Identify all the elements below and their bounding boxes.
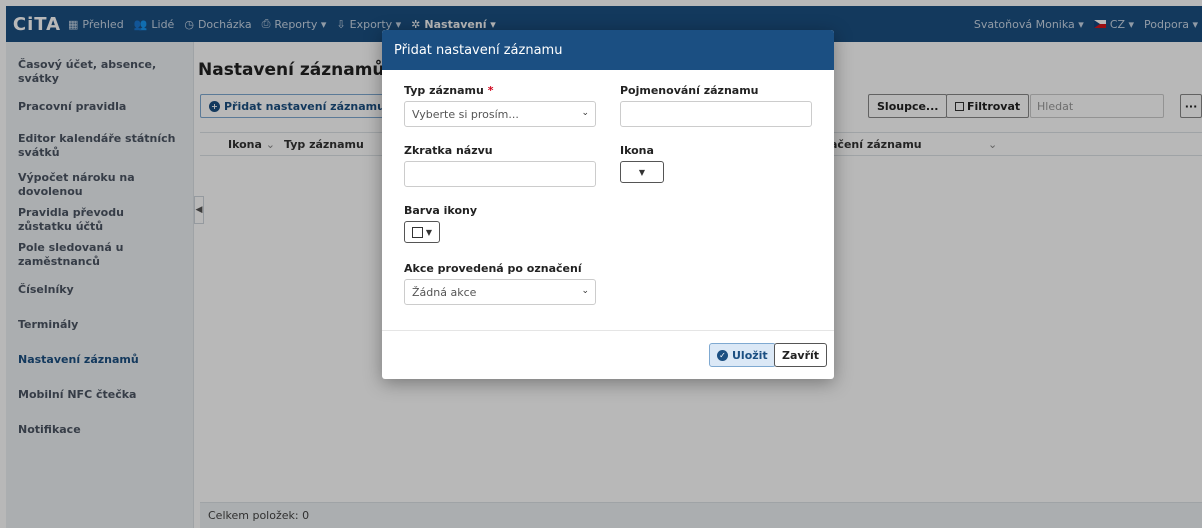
chevron-down-icon: ⌄ [581, 286, 589, 296]
check-circle-icon: ✓ [717, 349, 728, 361]
icon-label: Ikona [620, 144, 654, 157]
dialog-title: Přidat nastavení záznamu [382, 30, 834, 70]
record-type-select[interactable]: Vyberte si prosím... ⌄ [404, 101, 596, 127]
record-name-label: Pojmenování záznamu [620, 84, 759, 97]
icon-picker-button[interactable]: ▼ [620, 161, 664, 183]
dialog-footer: ✓ Uložit Zavřít [382, 330, 834, 379]
color-swatch [411, 226, 423, 238]
record-type-label: Typ záznamu * [404, 84, 494, 97]
icon-color-picker[interactable]: ▼ [404, 221, 440, 243]
short-name-label: Zkratka názvu [404, 144, 493, 157]
chevron-down-icon: ⌄ [581, 108, 589, 118]
required-marker: * [487, 84, 494, 97]
action-select[interactable]: Žádná akce ⌄ [404, 279, 596, 305]
add-record-setting-dialog: Přidat nastavení záznamu Typ záznamu * V… [382, 30, 834, 379]
caret-down-icon: ▼ [638, 167, 646, 177]
action-label: Akce provedená po označení [404, 262, 582, 275]
record-name-input[interactable] [620, 101, 812, 127]
icon-color-label: Barva ikony [404, 204, 478, 217]
caret-down-icon: ▼ [425, 227, 433, 237]
save-button[interactable]: ✓ Uložit [709, 343, 776, 367]
close-button[interactable]: Zavřít [774, 343, 828, 367]
short-name-input[interactable] [404, 161, 596, 187]
